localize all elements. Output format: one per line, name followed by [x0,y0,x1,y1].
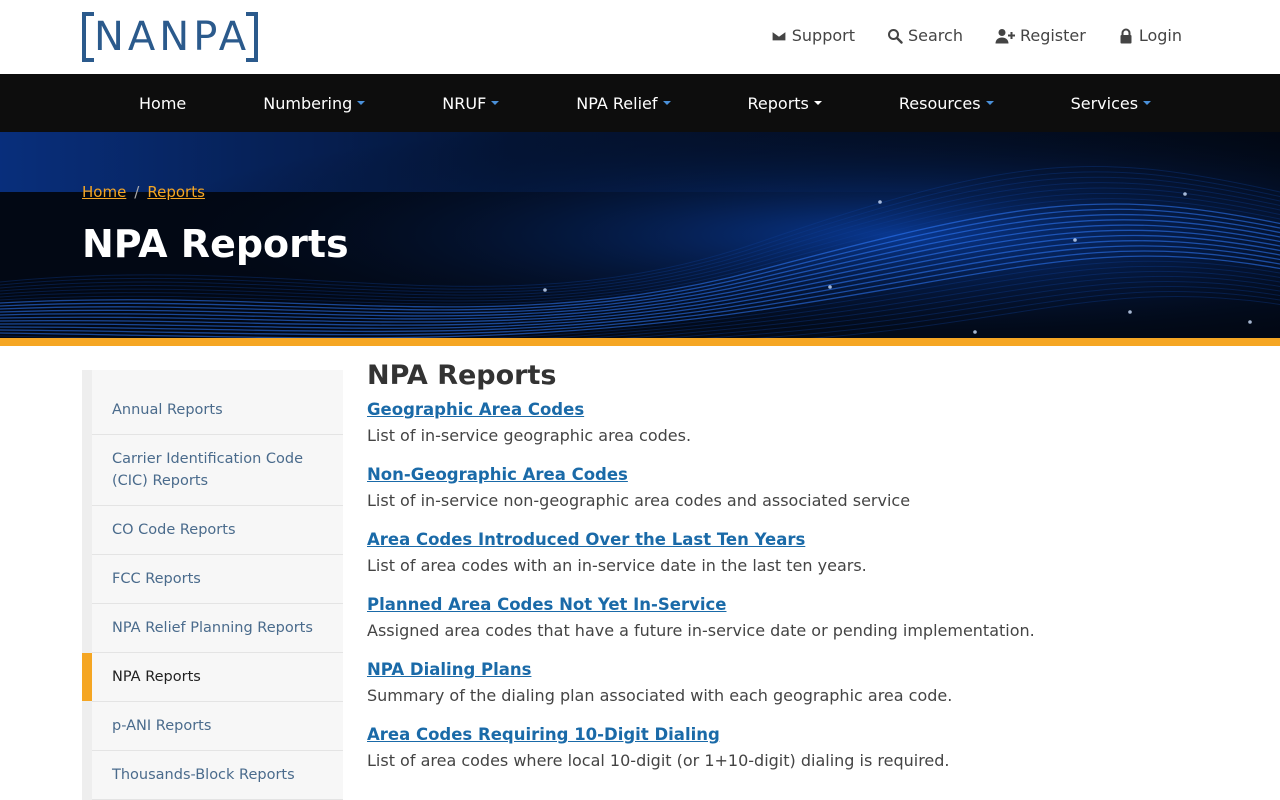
sidebar-item-npa-reports[interactable]: NPA Reports [82,653,343,702]
report-description: Summary of the dialing plan associated w… [367,686,953,705]
breadcrumb-reports-link[interactable]: Reports [147,183,205,201]
chevron-down-icon [662,101,671,105]
report-item: Planned Area Codes Not Yet In-Service As… [367,592,1197,644]
search-icon [887,28,903,44]
login-link[interactable]: Login [1118,26,1182,45]
sidebar-item-npa-relief-planning-reports[interactable]: NPA Relief Planning Reports [92,604,343,653]
nav-resources-label: Resources [898,93,981,113]
report-link-10-digit-dialing[interactable]: Area Codes Requiring 10-Digit Dialing [367,722,720,748]
nav-nruf[interactable]: NRUF [442,93,500,113]
nav-numbering-label: Numbering [263,93,353,113]
nav-reports-label: Reports [747,93,809,113]
search-link[interactable]: Search [887,26,963,45]
lock-icon [1120,28,1132,43]
report-link-geographic-area-codes[interactable]: Geographic Area Codes [367,397,584,423]
report-description: List of area codes with an in-service da… [367,556,867,575]
nav-home-label: Home [139,93,187,113]
breadcrumb-home-link[interactable]: Home [82,183,126,201]
report-item: NPA Dialing Plans Summary of the dialing… [367,657,1197,709]
login-label: Login [1138,26,1182,45]
breadcrumb: Home / Reports [82,183,205,201]
report-link-area-codes-last-ten-years[interactable]: Area Codes Introduced Over the Last Ten … [367,527,805,553]
nav-services-label: Services [1070,93,1139,113]
report-item: Area Codes Requiring 10-Digit Dialing Li… [367,722,1197,774]
search-label: Search [907,26,963,45]
sidebar-item-fcc-reports[interactable]: FCC Reports [92,555,343,604]
sidebar-item-cic-reports[interactable]: Carrier Identification Code (CIC) Report… [92,435,343,506]
main-content: NPA Reports Geographic Area Codes List o… [367,360,1197,787]
logo-bracket-right [246,12,258,62]
envelope-icon [771,29,787,42]
report-item: Geographic Area Codes List of in-service… [367,397,1197,449]
nanpa-logo[interactable]: NANPA [82,12,258,62]
support-link[interactable]: Support [771,26,855,45]
report-link-non-geographic-area-codes[interactable]: Non-Geographic Area Codes [367,462,628,488]
section-title: NPA Reports [367,360,557,391]
main-nav: Home Numbering NRUF NPA Relief Reports R… [0,74,1280,132]
nav-services[interactable]: Services [1070,93,1152,113]
report-link-npa-dialing-plans[interactable]: NPA Dialing Plans [367,657,531,683]
utility-nav: Support Search Register Login [771,26,1182,45]
chevron-down-icon [491,101,500,105]
nav-home[interactable]: Home [139,94,186,113]
nav-numbering[interactable]: Numbering [263,93,366,113]
report-item: Non-Geographic Area Codes List of in-ser… [367,462,1197,514]
report-description: Assigned area codes that have a future i… [367,621,1035,640]
accent-divider [0,338,1280,346]
sidebar-item-thousands-block-reports[interactable]: Thousands-Block Reports [92,751,343,800]
report-description: List of in-service geographic area codes… [367,426,692,445]
content-area: Annual Reports Carrier Identification Co… [0,346,1280,800]
register-link[interactable]: Register [995,26,1086,45]
nav-npa-relief[interactable]: NPA Relief [576,93,671,113]
breadcrumb-separator: / [134,183,140,201]
chevron-down-icon [985,101,994,105]
hero-banner: Home / Reports NPA Reports [0,132,1280,338]
report-description: List of in-service non-geographic area c… [367,491,911,510]
sidebar-nav: Annual Reports Carrier Identification Co… [82,370,343,800]
support-label: Support [791,26,855,45]
nav-resources[interactable]: Resources [899,94,994,113]
chevron-down-icon [357,101,366,105]
site-header: NANPA Support Search Register Login [0,0,1280,74]
report-description: List of area codes where local 10-digit … [367,751,950,770]
report-link-planned-area-codes[interactable]: Planned Area Codes Not Yet In-Service [367,592,726,618]
page-title: NPA Reports [82,222,349,266]
sidebar-item-annual-reports[interactable]: Annual Reports [92,386,343,435]
chevron-down-icon [813,101,822,105]
sidebar-item-co-code-reports[interactable]: CO Code Reports [92,506,343,555]
user-plus-icon [995,28,1015,43]
nav-nruf-label: NRUF [442,93,487,113]
logo-text: NANPA [94,14,251,60]
sidebar-item-p-ani-reports[interactable]: p-ANI Reports [92,702,343,751]
nav-reports[interactable]: Reports [748,94,822,113]
nav-npa-relief-label: NPA Relief [576,93,658,113]
logo-bracket-left [82,12,94,62]
register-label: Register [1019,26,1086,45]
report-item: Area Codes Introduced Over the Last Ten … [367,527,1197,579]
chevron-down-icon [1143,101,1152,105]
